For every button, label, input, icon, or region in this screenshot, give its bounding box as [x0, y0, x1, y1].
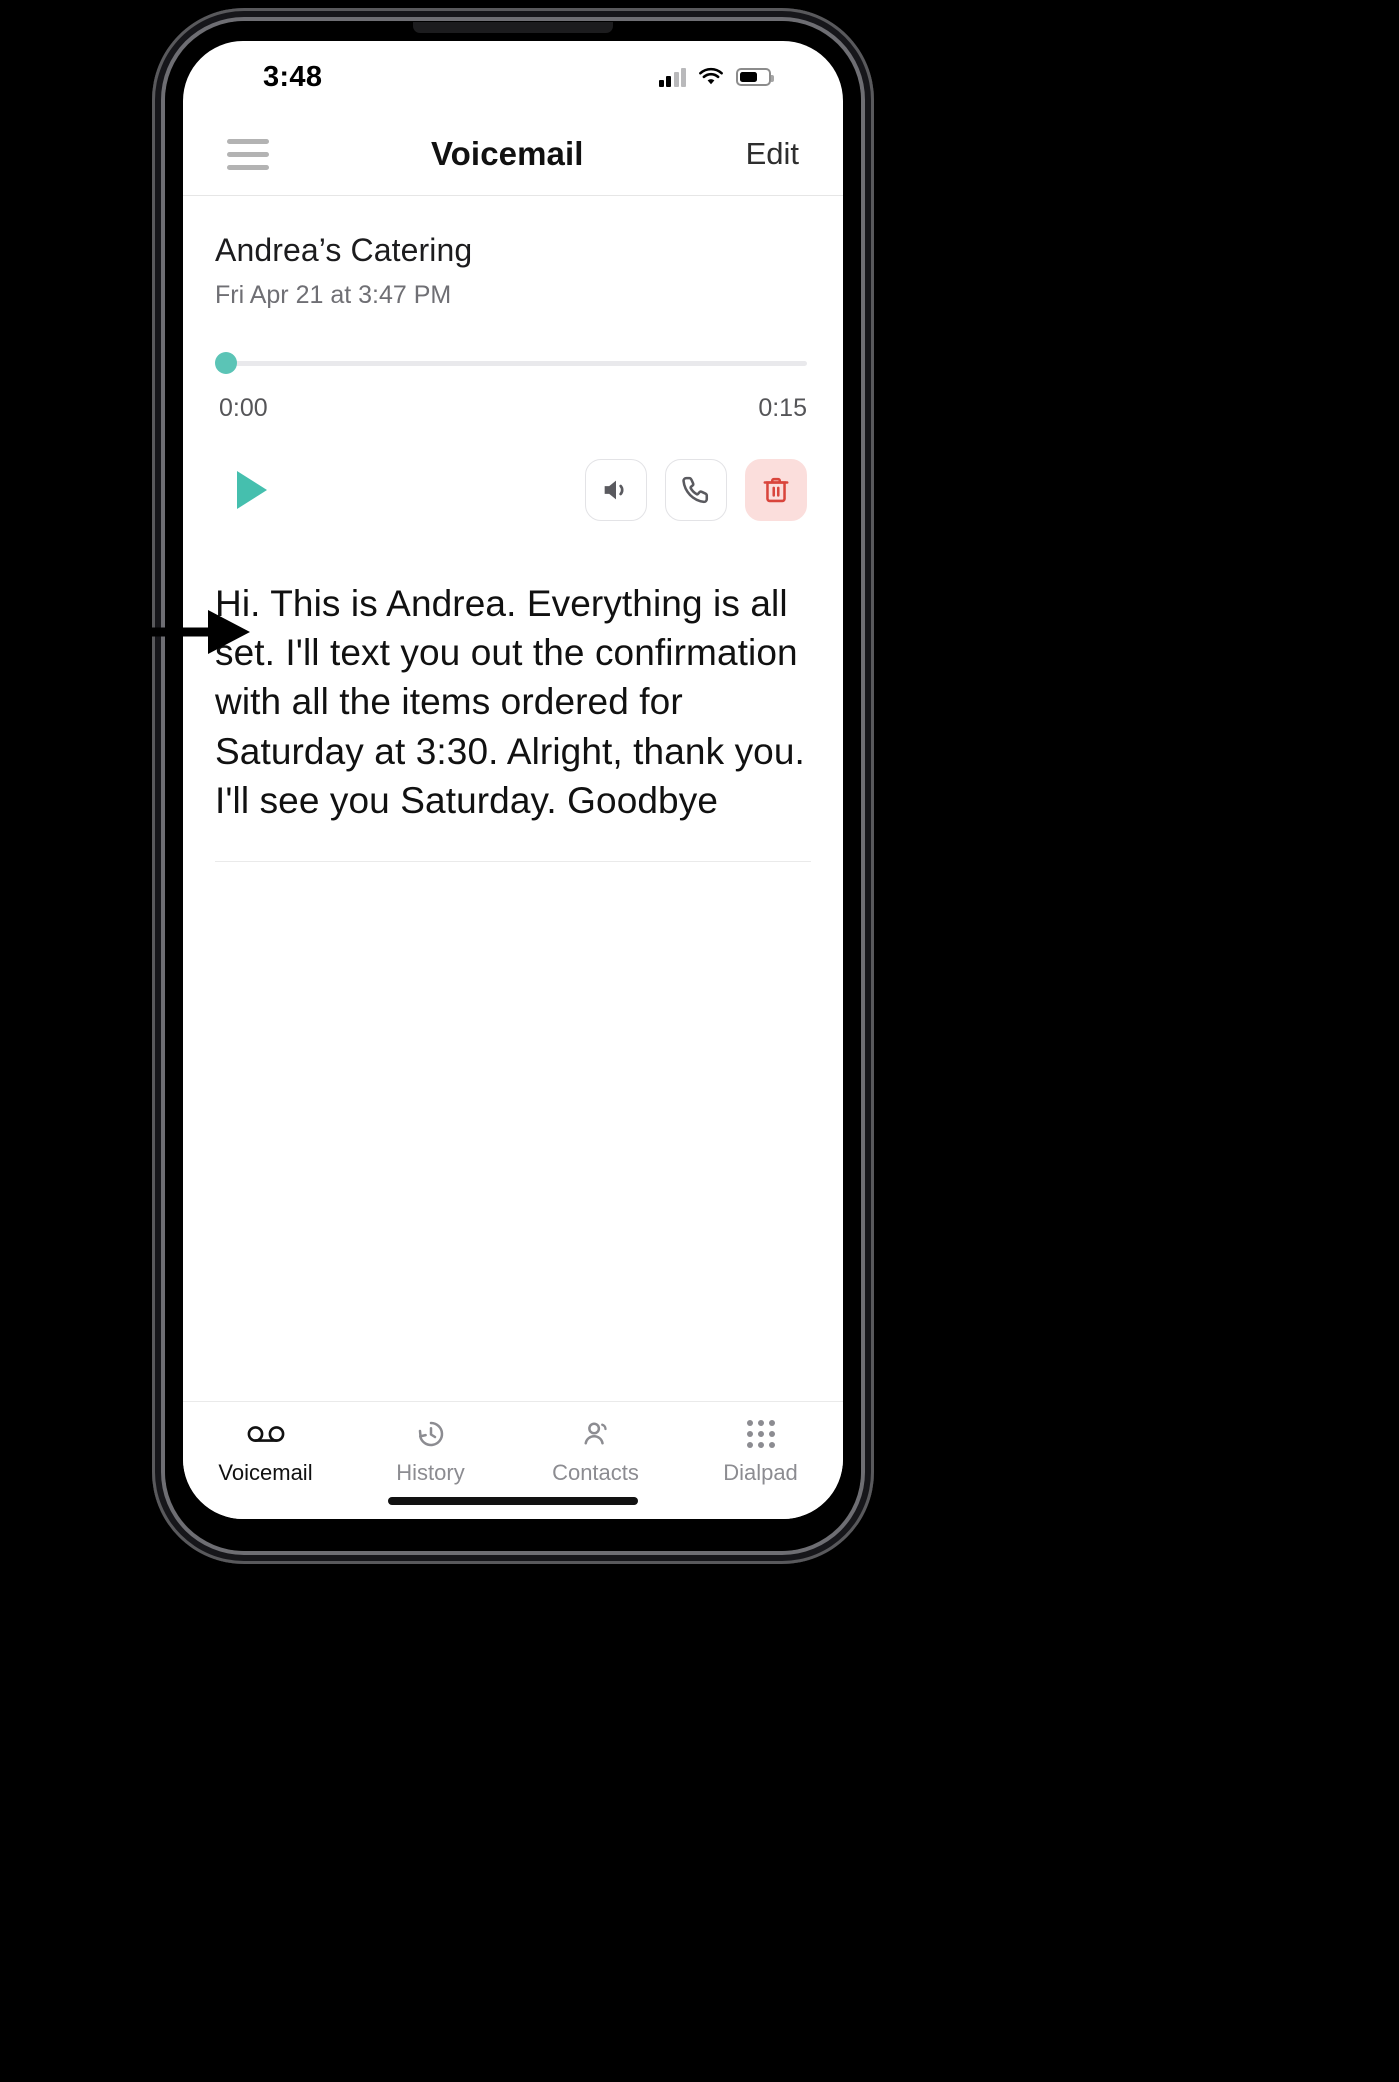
battery-icon: [736, 68, 774, 86]
phone-screen: 3:48 Voicemail Edit Andrea’s Catering Fr…: [183, 41, 843, 1519]
status-bar-time: 3:48: [263, 60, 323, 93]
speaker-button[interactable]: [585, 459, 647, 521]
cellular-signal-icon: [658, 67, 686, 87]
tab-voicemail[interactable]: Voicemail: [183, 1418, 348, 1486]
nav-bar: Voicemail Edit: [183, 113, 843, 195]
slider-track: [223, 361, 807, 366]
tab-dialpad[interactable]: Dialpad: [678, 1418, 843, 1486]
tab-label-dialpad: Dialpad: [723, 1460, 798, 1485]
current-time: 0:00: [219, 394, 268, 422]
status-bar-icons: [658, 67, 774, 87]
voicemail-actions: [215, 457, 811, 523]
tab-label-history: History: [396, 1460, 465, 1485]
tab-label-contacts: Contacts: [552, 1460, 639, 1485]
action-button-group: [585, 459, 807, 521]
trash-icon: [763, 477, 789, 503]
screenshot-stage: 3:48 Voicemail Edit Andrea’s Catering Fr…: [0, 0, 1399, 2082]
slider-thumb[interactable]: [215, 352, 237, 374]
phone-icon: [682, 476, 709, 504]
tab-contacts[interactable]: Contacts: [513, 1418, 678, 1486]
playback-slider[interactable]: [215, 352, 811, 374]
speaker-icon: [604, 480, 624, 500]
edit-button[interactable]: Edit: [746, 136, 799, 172]
caller-name: Andrea’s Catering: [215, 232, 473, 268]
contacts-icon: [581, 1418, 611, 1450]
wifi-icon: [699, 67, 723, 85]
voicemail-icon: [246, 1418, 286, 1450]
status-bar: 3:48: [183, 41, 843, 113]
voicemail-transcript: Hi. This is Andrea. Everything is all se…: [215, 579, 811, 863]
tab-label-voicemail: Voicemail: [218, 1460, 313, 1485]
total-time: 0:15: [758, 394, 807, 422]
play-button[interactable]: [237, 471, 267, 509]
clock-history-icon: [416, 1418, 446, 1450]
arrow-pointing-to-play-button: [146, 610, 250, 654]
voicemail-card: Andrea’s Catering Fri Apr 21 at 3:47 PM …: [183, 196, 843, 523]
playback-times: 0:00 0:15: [215, 394, 811, 423]
dynamic-island: [413, 22, 613, 33]
hamburger-menu-icon[interactable]: [227, 138, 269, 170]
page-title: Voicemail: [431, 135, 584, 172]
tab-history[interactable]: History: [348, 1418, 513, 1486]
voicemail-timestamp: Fri Apr 21 at 3:47 PM: [215, 281, 452, 309]
arrow-pointing-to-delete-button: [1106, 610, 1210, 654]
delete-button[interactable]: [745, 459, 807, 521]
call-back-button[interactable]: [665, 459, 727, 521]
home-indicator: [388, 1497, 638, 1505]
voicemail-detail: Andrea’s Catering Fri Apr 21 at 3:47 PM …: [183, 195, 843, 1401]
dialpad-icon: [746, 1418, 775, 1450]
